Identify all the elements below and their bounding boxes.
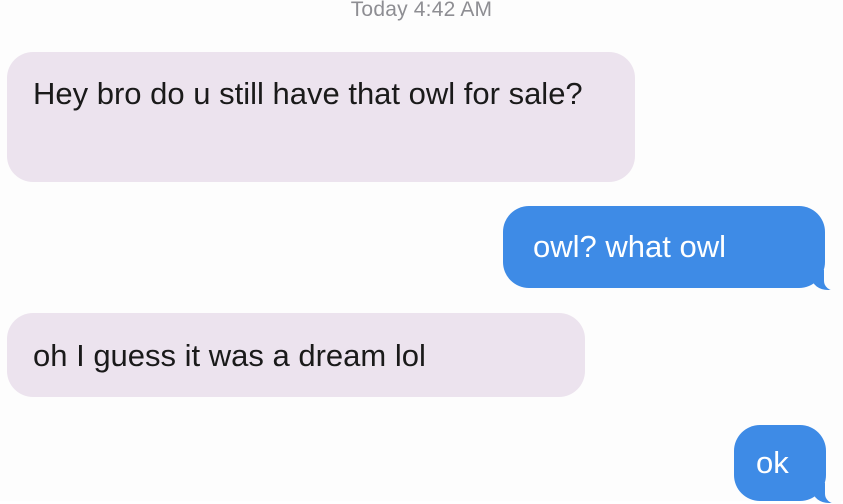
message-text: Hey bro do u still have that owl for sal… [33,76,583,111]
outgoing-message-bubble[interactable]: ok [734,425,841,504]
incoming-message-bubble[interactable]: Hey bro do u still have that owl for sal… [7,52,635,182]
incoming-message-bubble[interactable]: oh I guess it was a dream lol [7,313,585,397]
message-text: owl? what owl [533,229,726,264]
message-thread[interactable]: Today 4:42 AM Hey bro do u still have th… [0,0,843,504]
message-text: oh I guess it was a dream lol [33,338,426,373]
bubble-tail [812,269,840,291]
message-text: ok [756,445,789,480]
timestamp: Today 4:42 AM [350,0,493,21]
outgoing-message-bubble[interactable]: owl? what owl [503,206,840,291]
bubble-tail [813,482,841,504]
